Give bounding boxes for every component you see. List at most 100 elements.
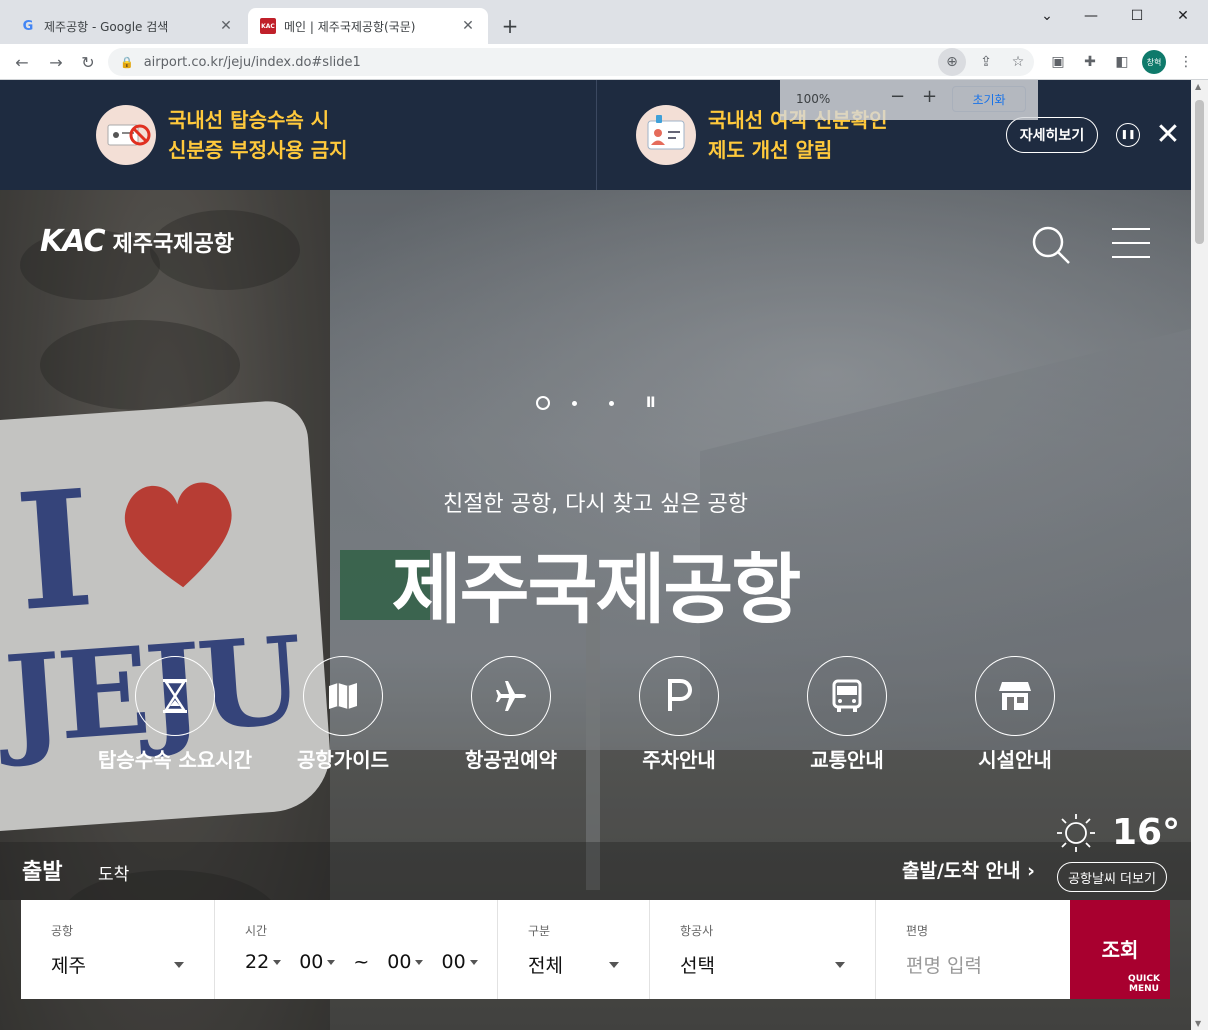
- notice-close-icon[interactable]: ✕: [1154, 120, 1182, 150]
- browser-tab-bar: G 제주공항 - Google 검색 ✕ KAC 메인 | 제주국제공항(국문)…: [0, 0, 1208, 44]
- page-viewport: 국내선 탑승수속 시 신분증 부정사용 금지 국내선 여객 신분확인 제도 개선…: [0, 80, 1191, 1030]
- minimize-icon[interactable]: —: [1068, 0, 1114, 32]
- to-minute-select[interactable]: 00: [441, 951, 465, 973]
- zoom-in-button[interactable]: +: [922, 86, 937, 107]
- caret-down-icon: [327, 959, 336, 965]
- slide-pause-icon[interactable]: II: [646, 395, 655, 411]
- airline-select[interactable]: 항공사 선택: [650, 900, 876, 999]
- new-tab-button[interactable]: +: [498, 12, 522, 40]
- tab-arrival[interactable]: 도착: [98, 860, 129, 885]
- notice-line1: 국내선 탑승수속 시: [168, 108, 330, 132]
- flight-number-input[interactable]: 편명 입력: [906, 951, 1070, 978]
- quick-menu-facilities[interactable]: 시설안내: [920, 656, 1110, 773]
- bus-icon: [807, 656, 887, 736]
- caret-down-icon: [415, 959, 424, 965]
- browser-tab-google[interactable]: G 제주공항 - Google 검색 ✕: [8, 8, 246, 44]
- browser-menu-icon[interactable]: ⋮: [1172, 48, 1200, 76]
- tab-title: 메인 | 제주국제공항(국문): [284, 19, 416, 34]
- tab-search-chevron-icon[interactable]: ⌄: [1024, 0, 1070, 32]
- airport-value: 제주: [51, 955, 86, 977]
- from-hour-select[interactable]: 22: [245, 951, 269, 973]
- search-icon[interactable]: [1030, 224, 1072, 266]
- flight-number-label: 편명: [906, 924, 929, 938]
- quick-menu-button[interactable]: QUICK MENU: [1120, 974, 1168, 994]
- back-icon[interactable]: ←: [8, 48, 36, 76]
- notice-item[interactable]: 국내선 탑승수속 시 신분증 부정사용 금지: [96, 80, 348, 190]
- sun-icon: [1057, 813, 1095, 852]
- kac-favicon: KAC: [260, 18, 276, 34]
- notice-line2: 신분증 부정사용 금지: [168, 138, 348, 162]
- zoom-popup: 100% − + 초기화: [780, 80, 1038, 120]
- quick-menu-ticket-reservation[interactable]: 항공권예약: [416, 656, 606, 773]
- lock-icon: 🔒: [120, 55, 134, 69]
- notice-divider: [596, 80, 597, 190]
- search-flight-button[interactable]: 조회 QUICK MENU: [1070, 900, 1170, 999]
- type-label: 구분: [528, 924, 551, 938]
- zoom-icon[interactable]: ⊕: [938, 48, 966, 76]
- notice-pause-icon[interactable]: ❚❚: [1116, 123, 1140, 147]
- scrollbar-thumb[interactable]: [1195, 100, 1204, 244]
- id-card-ban-icon: [96, 105, 156, 165]
- quick-menu-checkin-time[interactable]: 탑승수속 소요시간: [80, 656, 270, 773]
- tab-close-icon[interactable]: ✕: [460, 18, 476, 34]
- picture-in-picture-icon[interactable]: ▣: [1044, 48, 1072, 76]
- tab-close-icon[interactable]: ✕: [218, 18, 234, 34]
- share-icon[interactable]: ⇪: [972, 48, 1000, 76]
- type-value: 전체: [528, 955, 563, 977]
- flight-info-link[interactable]: 출발/도착 안내 ›: [902, 856, 1035, 883]
- time-label: 시간: [245, 924, 268, 938]
- caret-down-icon: [609, 962, 619, 968]
- window-close-icon[interactable]: ✕: [1160, 0, 1206, 32]
- hamburger-menu-icon[interactable]: [1112, 228, 1150, 260]
- tab-departure[interactable]: 출발: [22, 854, 62, 886]
- side-panel-icon[interactable]: ◧: [1108, 48, 1136, 76]
- weather-more-button[interactable]: 공항날씨 더보기: [1057, 862, 1167, 892]
- quick-menu-label: 공항가이드: [297, 748, 389, 772]
- flight-number-field[interactable]: 편명 편명 입력: [876, 900, 1070, 999]
- scroll-up-icon[interactable]: ▲: [1195, 82, 1201, 91]
- zoom-out-button[interactable]: −: [890, 86, 905, 107]
- to-hour-select[interactable]: 00: [387, 951, 411, 973]
- slide-dot[interactable]: [609, 400, 614, 406]
- airline-label: 항공사: [680, 924, 714, 938]
- quick-menu-label: 항공권예약: [465, 748, 557, 772]
- hero-title: 제주국제공항: [391, 545, 802, 634]
- search-flight-label: 조회: [1101, 938, 1139, 962]
- site-logo[interactable]: KAC 제주국제공항: [40, 224, 234, 259]
- airport-select[interactable]: 공항 제주: [21, 900, 215, 999]
- zoom-reset-button[interactable]: 초기화: [952, 86, 1026, 112]
- hero-slogan: 친절한 공항, 다시 찾고 싶은 공항: [442, 492, 749, 517]
- profile-avatar[interactable]: 창혁: [1142, 50, 1166, 74]
- store-icon: [975, 656, 1055, 736]
- address-bar[interactable]: 🔒 airport.co.kr/jeju/index.do#slide1: [108, 48, 1034, 76]
- forward-icon[interactable]: →: [42, 48, 70, 76]
- site-name: 제주국제공항: [112, 231, 235, 257]
- caret-down-icon: [835, 962, 845, 968]
- reload-icon[interactable]: ↻: [74, 48, 102, 76]
- bookmark-star-icon[interactable]: ☆: [1004, 48, 1032, 76]
- parking-icon: [639, 656, 719, 736]
- time-separator: ~: [353, 951, 370, 973]
- slide-dot-active[interactable]: [536, 396, 550, 410]
- browser-tab-jeju[interactable]: KAC 메인 | 제주국제공항(국문) ✕: [248, 8, 488, 44]
- zoom-percent: 100%: [796, 92, 831, 106]
- quick-menu-parking[interactable]: 주차안내: [584, 656, 774, 773]
- time-range-field: 시간 22 00 ~ 00 00: [215, 900, 498, 999]
- weather-widget: 16°: [1056, 812, 1180, 853]
- from-minute-select[interactable]: 00: [299, 951, 323, 973]
- extensions-puzzle-icon[interactable]: ✚: [1076, 48, 1104, 76]
- quick-menu-label: 시설안내: [978, 748, 1052, 772]
- slide-dot[interactable]: [572, 400, 577, 406]
- detail-button[interactable]: 자세히보기: [1006, 117, 1098, 153]
- page-scrollbar[interactable]: ▲ ▼: [1191, 80, 1208, 1030]
- maximize-icon[interactable]: ☐: [1114, 0, 1160, 32]
- caret-down-icon: [469, 959, 478, 965]
- type-select[interactable]: 구분 전체: [498, 900, 650, 999]
- flight-search-form: 공항 제주 시간 22 00 ~ 00 00 구분 전체 항공사 선택 편명 편…: [21, 900, 1070, 999]
- quick-menu-transport[interactable]: 교통안내: [752, 656, 942, 773]
- quick-menu-airport-guide[interactable]: 공항가이드: [248, 656, 438, 773]
- quick-menu-label: 탑승수속 소요시간: [97, 748, 253, 772]
- airplane-icon: [471, 656, 551, 736]
- scroll-down-icon[interactable]: ▼: [1195, 1019, 1201, 1028]
- caret-down-icon: [174, 962, 184, 968]
